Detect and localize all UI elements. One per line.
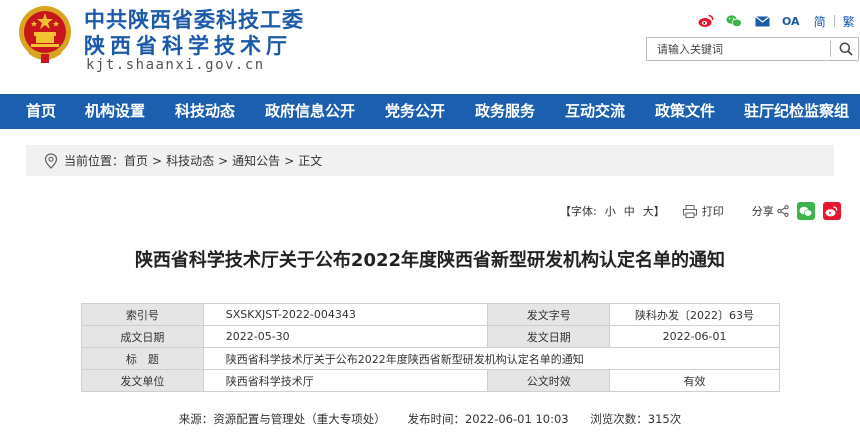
breadcrumb-separator: > (284, 153, 295, 168)
breadcrumb: 当前位置： 首页 > 科技动态 > 通知公告 > 正文 (26, 145, 834, 176)
wechat-icon (799, 206, 813, 216)
search-input[interactable] (647, 38, 827, 60)
lang-divider (833, 15, 835, 27)
article-meta-table: 索引号 SXSKXJST-2022-004343 发文字号 陕科办发〔2022〕… (81, 303, 781, 392)
created-date-value: 2022-05-30 (202, 325, 489, 348)
nav-item-gov-info[interactable]: 政府信息公开 (265, 94, 355, 129)
article-publish-time: 发布时间：2022-06-01 10:03 (407, 412, 569, 426)
nav-item-policy[interactable]: 政策文件 (655, 94, 715, 129)
site-header: 中共陕西省委科技工委 陕西省科学技术厅 kjt.shaanxi.gov.cn O… (0, 0, 860, 94)
breadcrumb-notices[interactable]: 通知公告 (232, 152, 280, 169)
nav-item-interaction[interactable]: 互动交流 (565, 94, 625, 129)
location-pin-icon (44, 152, 58, 169)
article-views: 浏览次数：315次 (590, 412, 682, 426)
main-nav: 首页 机构设置 科技动态 政府信息公开 党务公开 政务服务 互动交流 政策文件 … (0, 94, 860, 129)
dept-name: 陕西省科学技术厅 (84, 34, 292, 58)
breadcrumb-home[interactable]: 首页 (124, 152, 148, 169)
table-row: 发文单位 陕西省科学技术厅 公文时效 有效 (81, 369, 780, 392)
issuer-value: 陕西省科学技术厅 (202, 369, 489, 392)
search-button[interactable] (833, 38, 859, 60)
search-divider (830, 41, 831, 57)
nav-item-party-affairs[interactable]: 党务公开 (385, 94, 445, 129)
article-info-bar: 来源：资源配置与管理处（重大专项处） 发布时间：2022-06-01 10:03… (0, 411, 860, 427)
font-size-label: 【字体: (560, 205, 597, 218)
print-label: 打印 (701, 205, 724, 218)
validity-label: 公文时效 (487, 369, 611, 392)
breadcrumb-separator: > (152, 153, 163, 168)
font-size-large[interactable]: 大 (643, 203, 654, 219)
nav-item-organization[interactable]: 机构设置 (85, 94, 145, 129)
share-wechat-button[interactable] (796, 202, 815, 220)
table-row: 成文日期 2022-05-30 发文日期 2022-06-01 (81, 325, 780, 348)
lang-traditional-link[interactable]: 繁 (843, 13, 855, 30)
doc-no-label: 发文字号 (487, 303, 611, 326)
weibo-icon (825, 205, 838, 216)
title-label: 标 题 (81, 347, 204, 370)
index-label: 索引号 (81, 303, 204, 326)
printer-icon (682, 204, 697, 218)
share-icon[interactable] (777, 205, 789, 217)
print-button[interactable]: 打印 (682, 203, 724, 219)
title-value: 陕西省科学技术厅关于公布2022年度陕西省新型研发机构认定名单的通知 (202, 347, 781, 370)
share-group: 分享 (752, 202, 841, 220)
created-date-label: 成文日期 (81, 325, 204, 348)
search-box (646, 37, 859, 61)
nav-item-gov-services[interactable]: 政务服务 (475, 94, 535, 129)
nav-item-news[interactable]: 科技动态 (175, 94, 235, 129)
national-emblem-icon[interactable] (17, 4, 73, 64)
issuer-label: 发文单位 (81, 369, 204, 392)
mail-icon[interactable] (754, 13, 770, 29)
table-row: 标 题 陕西省科学技术厅关于公布2022年度陕西省新型研发机构认定名单的通知 (81, 347, 781, 370)
wechat-icon[interactable] (726, 13, 742, 29)
font-size-small[interactable]: 小 (605, 203, 616, 219)
lang-simplified-link[interactable]: 简 (814, 13, 826, 30)
doc-no-value: 陕科办发〔2022〕63号 (609, 303, 780, 326)
font-size-close: 】 (653, 205, 665, 218)
validity-value: 有效 (609, 369, 780, 392)
breadcrumb-separator: > (218, 153, 229, 168)
share-label: 分享 (751, 205, 774, 218)
top-links: OA 简 繁 (698, 12, 860, 30)
weibo-icon[interactable] (698, 13, 714, 29)
breadcrumb-current: 正文 (298, 154, 323, 168)
table-row: 索引号 SXSKXJST-2022-004343 发文字号 陕科办发〔2022〕… (81, 303, 780, 326)
font-size-medium[interactable]: 中 (624, 203, 635, 219)
nav-item-inspection[interactable]: 驻厅纪检监察组 (744, 94, 849, 129)
search-icon (839, 42, 853, 56)
article-source: 来源：资源配置与管理处（重大专项处） (178, 412, 386, 426)
article-toolbar: 【字体: 小 中 大 】 打印 分享 (560, 200, 841, 222)
oa-link[interactable]: OA (782, 15, 800, 28)
issued-date-value: 2022-06-01 (609, 325, 780, 348)
article-title: 陕西省科学技术厅关于公布2022年度陕西省新型研发机构认定名单的通知 (134, 250, 726, 271)
breadcrumb-news[interactable]: 科技动态 (166, 152, 214, 169)
breadcrumb-label: 当前位置： (64, 154, 125, 168)
nav-item-home[interactable]: 首页 (26, 94, 56, 129)
share-weibo-button[interactable] (822, 202, 841, 220)
index-value: SXSKXJST-2022-004343 (202, 303, 489, 326)
site-domain: kjt.shaanxi.gov.cn (86, 57, 265, 73)
issued-date-label: 发文日期 (487, 325, 611, 348)
